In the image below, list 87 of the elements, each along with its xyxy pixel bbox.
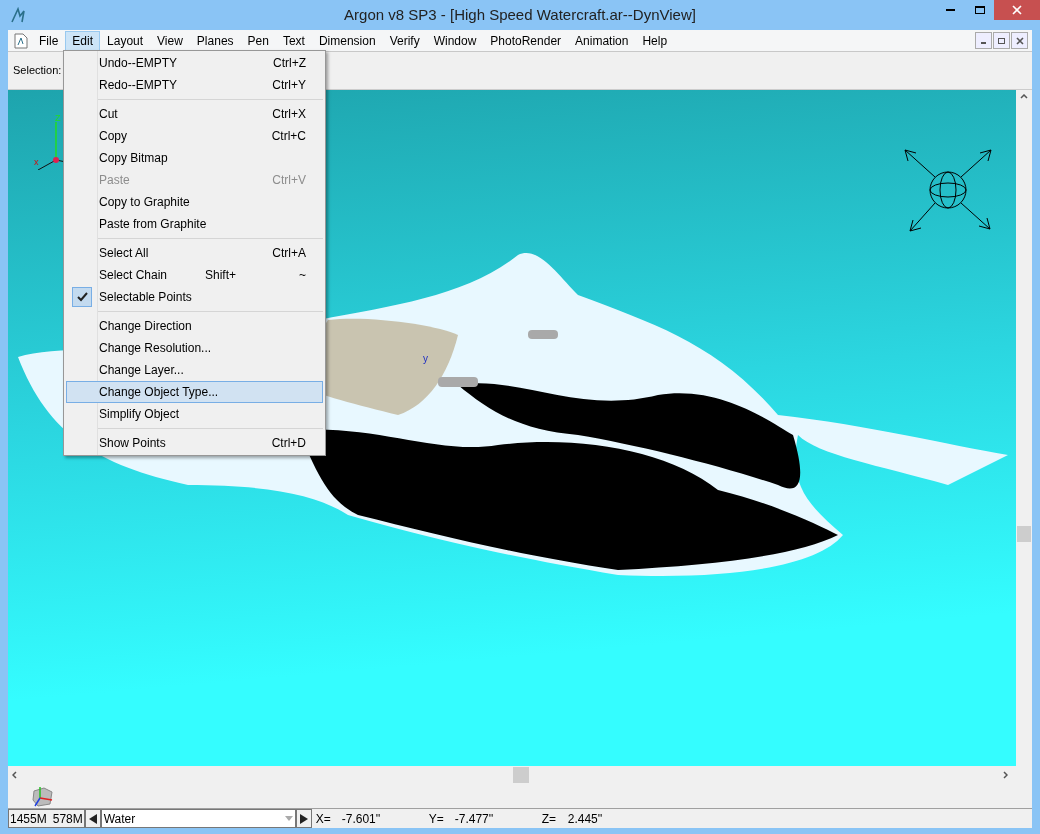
menu-item-label: Selectable Points — [99, 289, 193, 306]
child-minimize-button[interactable] — [975, 32, 992, 49]
scrollbar-thumb[interactable] — [1017, 526, 1031, 542]
menu-item-label: Select All — [99, 245, 150, 262]
close-icon — [1015, 36, 1024, 45]
menu-item-label: Paste from Graphite — [99, 216, 207, 233]
menu-item-label: Copy Bitmap — [99, 150, 169, 167]
menu-item[interactable]: Undo--EMPTY Ctrl+Z — [66, 52, 323, 74]
document-icon[interactable] — [14, 32, 28, 49]
menu-item-label: Change Layer... — [99, 362, 185, 379]
menu-item-label: Change Object Type... — [99, 384, 219, 401]
menu-item-label: Redo--EMPTY — [99, 77, 179, 94]
previous-layer-button[interactable] — [84, 809, 101, 828]
menu-item[interactable]: Paste from Graphite — [66, 213, 323, 235]
menu-bar-item[interactable]: Planes — [189, 30, 241, 51]
coordinate-value: -7.601'' — [341, 810, 381, 828]
close-icon — [1012, 5, 1022, 15]
menu-shortcut: Ctrl+V — [272, 172, 306, 189]
scrollbar-thumb[interactable] — [513, 767, 529, 783]
dropdown-arrow-icon — [284, 816, 293, 821]
menu-item-modifier: Shift+ — [205, 267, 237, 284]
scroll-left-icon[interactable] — [12, 771, 17, 779]
menu-item[interactable]: Copy Bitmap — [66, 147, 323, 169]
menu-item[interactable]: Select All Ctrl+A — [66, 242, 323, 264]
menu-item-label: Change Resolution... — [99, 340, 212, 357]
menu-item[interactable]: Select Chain Shift+ ~ — [66, 264, 323, 286]
scroll-up-icon[interactable] — [1020, 94, 1028, 99]
menu-item[interactable]: Cut Ctrl+X — [66, 103, 323, 125]
coordinate-value: 2.445'' — [567, 810, 603, 828]
next-layer-button[interactable] — [295, 809, 312, 828]
menu-bar-item[interactable]: Edit — [65, 30, 101, 51]
menu-item-label: Simplify Object — [99, 406, 181, 423]
menu-item-label: Undo--EMPTY — [99, 55, 179, 72]
menu-shortcut: Ctrl+Z — [273, 55, 306, 72]
menu-shortcut: Ctrl+Y — [272, 77, 306, 94]
menu-bar-item[interactable]: PhotoRender — [483, 30, 569, 51]
menu-item-label: Copy — [99, 128, 128, 145]
axis-label: x — [34, 158, 39, 167]
scroll-right-icon[interactable] — [1003, 771, 1008, 779]
menu-item[interactable]: Change Object Type... — [66, 381, 323, 403]
menu-bar-item[interactable]: View — [150, 30, 190, 51]
menu-bar-item[interactable]: Help — [635, 30, 675, 51]
child-restore-button[interactable] — [993, 32, 1010, 49]
menu-item[interactable]: Selectable Points — [66, 286, 323, 308]
menu-item-label: Cut — [99, 106, 119, 123]
menu-bar-item[interactable]: File — [32, 30, 66, 51]
coordinate-value: -7.477'' — [454, 810, 494, 828]
menu-shortcut: Ctrl+A — [272, 245, 306, 262]
layer-field[interactable]: Water — [100, 809, 296, 828]
menu-shortcut: Ctrl+D — [271, 435, 306, 452]
app-logo-icon — [10, 7, 28, 23]
menu-shortcut: ~ — [299, 267, 306, 284]
menu-item-label: Show Points — [99, 435, 167, 452]
menu-item-label: Change Direction — [99, 318, 193, 335]
menu-item-label: Paste — [99, 172, 131, 189]
left-triangle-icon — [88, 813, 97, 824]
menu-bar-item[interactable]: Layout — [100, 30, 151, 51]
coordinate-label: Y= — [428, 810, 445, 828]
menu-item[interactable]: Change Resolution... — [66, 337, 323, 359]
menu-item[interactable]: Simplify Object — [66, 403, 323, 425]
menu-bar-item[interactable]: Animation — [568, 30, 636, 51]
selection-label: Selection: — [13, 63, 62, 79]
coordinate-label: Z= — [541, 810, 558, 828]
menu-bar-item[interactable]: Pen — [240, 30, 276, 51]
right-triangle-icon — [299, 813, 308, 824]
coordinate-label: X= — [315, 810, 332, 828]
menu-item[interactable]: Copy to Graphite — [66, 191, 323, 213]
axis-cube-icon — [30, 785, 54, 807]
menu-item[interactable]: Change Layer... — [66, 359, 323, 381]
memory-reading: 1455M — [10, 810, 47, 828]
menu-item[interactable]: Copy Ctrl+C — [66, 125, 323, 147]
memory-reading: 578M — [52, 810, 83, 828]
axis-label: Z — [55, 114, 61, 123]
child-close-button[interactable] — [1011, 32, 1028, 49]
menu-item[interactable]: Change Direction — [66, 315, 323, 337]
axis-label: y — [423, 354, 428, 364]
menu-bar-item[interactable]: Verify — [382, 30, 427, 51]
menu-bar-item[interactable]: Text — [275, 30, 312, 51]
window-title: Argon v8 SP3 - [High Speed Watercraft.ar--DynView] — [343, 4, 697, 25]
menu-item[interactable]: Show Points Ctrl+D — [66, 432, 323, 454]
menu-item-label: Copy to Graphite — [99, 194, 191, 211]
menu-shortcut: Ctrl+X — [272, 106, 306, 123]
menu-item-label: Select Chain — [99, 267, 169, 284]
menu-shortcut: Ctrl+C — [271, 128, 306, 145]
menu-item[interactable]: Redo--EMPTY Ctrl+Y — [66, 74, 323, 96]
menu-bar-item[interactable]: Window — [426, 30, 484, 51]
menu-bar-item[interactable]: Dimension — [311, 30, 383, 51]
